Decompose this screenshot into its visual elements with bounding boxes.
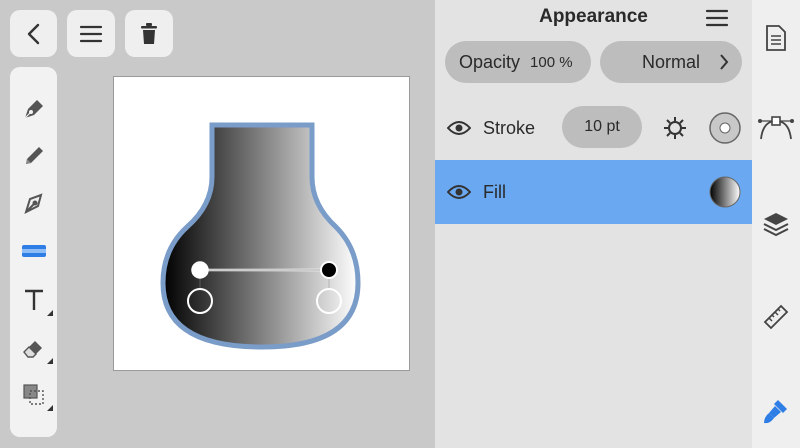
menu-icon bbox=[79, 25, 103, 42]
stroke-width-value: 10 pt bbox=[584, 118, 620, 135]
menu-button[interactable] bbox=[67, 10, 115, 57]
ruler-icon bbox=[763, 304, 789, 330]
layers-studio-button[interactable] bbox=[752, 200, 800, 248]
transform-tool[interactable] bbox=[10, 377, 57, 413]
text-icon bbox=[24, 289, 43, 310]
pen-tool[interactable] bbox=[10, 91, 57, 127]
panel-menu-button[interactable] bbox=[705, 8, 729, 30]
transform-studio-button[interactable] bbox=[752, 293, 800, 341]
fill-swatch-icon[interactable] bbox=[708, 175, 742, 209]
eraser-tool[interactable] bbox=[10, 330, 57, 366]
text-tool[interactable] bbox=[10, 282, 57, 318]
trash-icon bbox=[141, 22, 157, 44]
opacity-control[interactable]: Opacity 100 % bbox=[445, 41, 591, 83]
shape-tool[interactable] bbox=[10, 233, 57, 269]
stroke-label: Stroke bbox=[483, 118, 536, 138]
canvas-document[interactable] bbox=[113, 76, 410, 371]
tool-palette bbox=[10, 67, 57, 437]
document-icon bbox=[766, 25, 786, 51]
eye-icon[interactable] bbox=[447, 120, 471, 136]
blend-mode-select[interactable]: Normal bbox=[600, 41, 742, 83]
pencil-icon bbox=[25, 147, 43, 164]
stroke-swatch-icon[interactable] bbox=[708, 111, 742, 145]
studio-sidebar bbox=[752, 0, 800, 448]
pen-icon bbox=[24, 100, 43, 119]
stroke-width-field[interactable]: 10 pt bbox=[562, 106, 642, 148]
menu-icon bbox=[705, 9, 729, 27]
fill-label: Fill bbox=[483, 182, 506, 202]
stroke-row[interactable]: Stroke 10 pt bbox=[435, 96, 752, 160]
layers-icon bbox=[763, 213, 789, 237]
appearance-studio-button[interactable] bbox=[752, 387, 800, 435]
chevron-right-icon bbox=[720, 54, 729, 70]
node-icon bbox=[23, 193, 42, 214]
blend-mode-value: Normal bbox=[641, 51, 700, 72]
eye-icon[interactable] bbox=[447, 184, 471, 200]
shape-tool-icon bbox=[21, 245, 46, 257]
back-icon bbox=[27, 23, 39, 44]
node-tool[interactable] bbox=[10, 186, 57, 222]
brush-icon bbox=[764, 400, 787, 424]
document-studio-button[interactable] bbox=[752, 14, 800, 62]
back-button[interactable] bbox=[10, 10, 57, 57]
opacity-label: Opacity bbox=[459, 51, 521, 72]
opacity-value: 100 % bbox=[530, 53, 573, 71]
gradient-handles[interactable] bbox=[114, 77, 409, 370]
gear-icon[interactable] bbox=[663, 116, 687, 140]
fill-row[interactable]: Fill bbox=[435, 160, 752, 224]
delete-button[interactable] bbox=[125, 10, 173, 57]
eraser-icon bbox=[22, 341, 42, 358]
path-studio-button[interactable] bbox=[752, 104, 800, 152]
appearance-panel: Appearance Opacity 100 % Normal Stroke 1… bbox=[435, 0, 752, 448]
pencil-tool[interactable] bbox=[10, 138, 57, 174]
path-icon bbox=[758, 116, 794, 140]
transform-icon bbox=[22, 384, 44, 405]
